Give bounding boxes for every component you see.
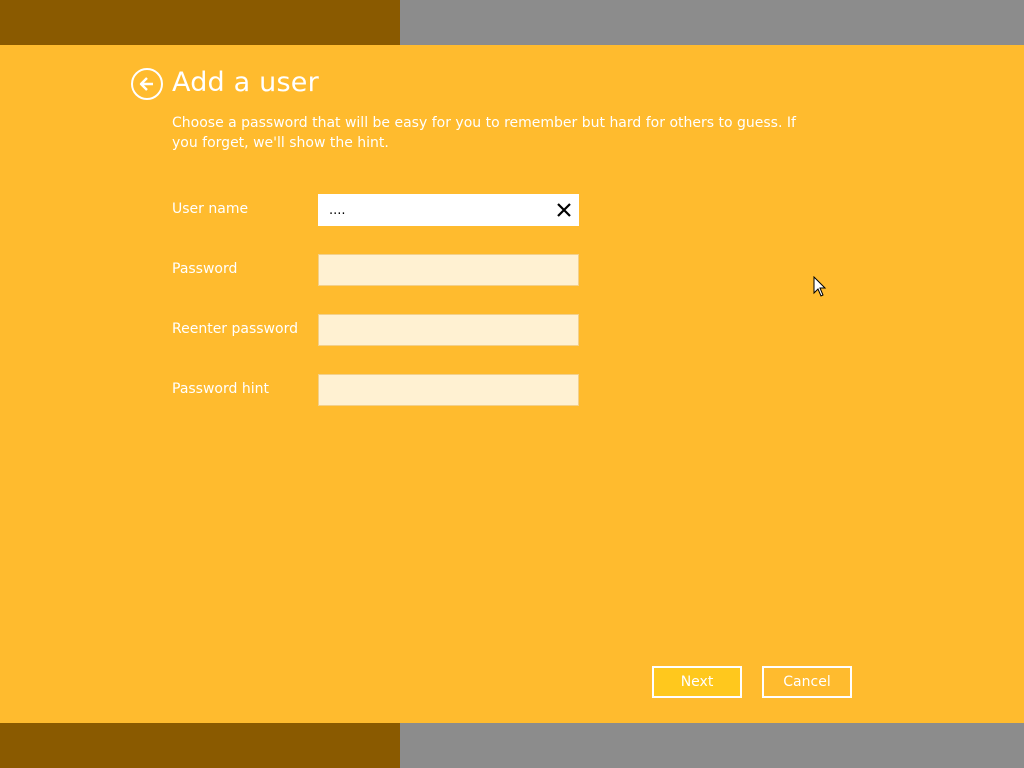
reenter-password-input[interactable] — [319, 315, 557, 345]
background-band-top-left — [0, 0, 400, 45]
instructions-text: Choose a password that will be easy for … — [172, 115, 796, 151]
password-hint-input[interactable] — [319, 375, 557, 405]
password-label: Password — [172, 261, 238, 277]
password-row: Password — [172, 254, 592, 286]
back-arrow-icon — [139, 77, 153, 91]
reenter-password-row: Reenter password — [172, 314, 592, 346]
password-hint-field-box — [318, 374, 579, 406]
background-band-bottom-right — [400, 723, 1024, 768]
user-name-label: User name — [172, 201, 249, 217]
mouse-pointer-icon — [813, 276, 827, 297]
reenter-password-field-box — [318, 314, 579, 346]
password-input[interactable] — [319, 255, 557, 285]
background-band-top-right — [400, 0, 1024, 45]
password-field-box — [318, 254, 579, 286]
reenter-password-label: Reenter password — [172, 321, 298, 337]
user-name-field-box — [318, 194, 579, 226]
background-band-bottom-left — [0, 723, 400, 768]
add-user-dialog: Add a user Choose a password that will b… — [0, 45, 1024, 723]
cancel-button[interactable]: Cancel — [762, 666, 852, 698]
close-icon[interactable] — [556, 202, 572, 218]
user-name-input[interactable] — [319, 195, 557, 225]
back-button[interactable] — [131, 68, 163, 100]
password-hint-row: Password hint — [172, 374, 592, 406]
password-hint-label: Password hint — [172, 381, 269, 397]
next-button[interactable]: Next — [652, 666, 742, 698]
user-name-row: User name — [172, 194, 592, 226]
page-title: Add a user — [172, 67, 319, 98]
